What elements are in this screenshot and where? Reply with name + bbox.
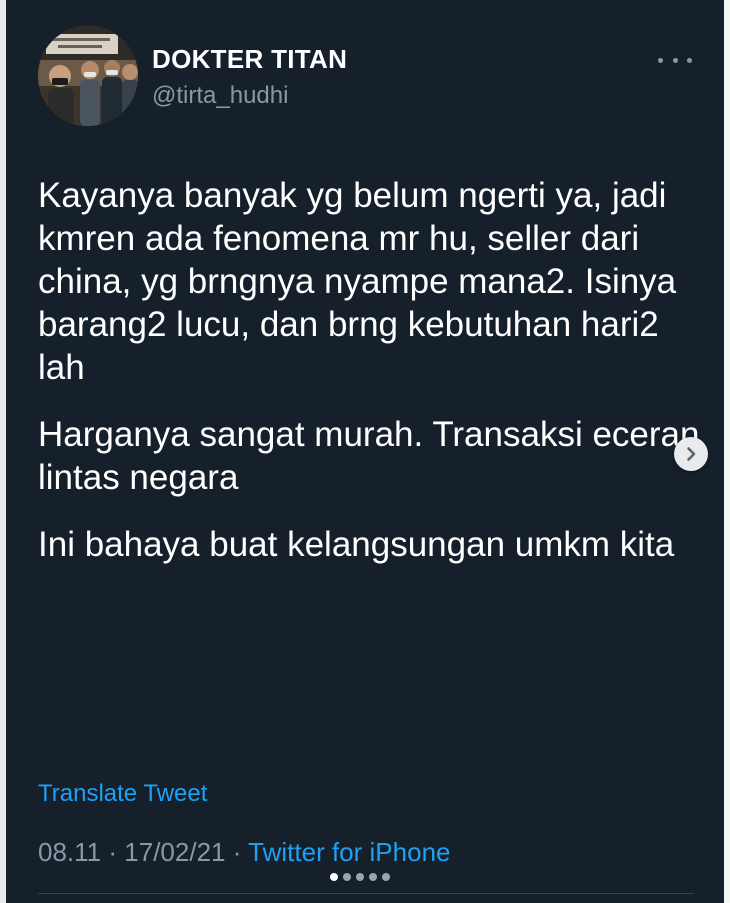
more-horizontal-icon <box>658 57 692 63</box>
tweet-paragraph: Ini bahaya buat kelangsungan umkm kita <box>38 525 675 564</box>
tweet-time[interactable]: 08.11 <box>38 837 101 867</box>
carousel-indicator <box>330 873 390 881</box>
tweet-paragraph: Harganya sangat murah. Transaksi eceran … <box>38 415 700 497</box>
carousel-dot[interactable] <box>356 873 364 881</box>
next-slide-button[interactable] <box>674 437 708 471</box>
tweet-source-link[interactable]: Twitter for iPhone <box>248 837 450 867</box>
tweet-metadata: 08.11 · 17/02/21 · Twitter for iPhone <box>38 837 450 868</box>
translate-tweet-link[interactable]: Translate Tweet <box>38 780 207 808</box>
chevron-right-icon <box>687 447 696 461</box>
author-name[interactable]: DOKTER TITAN <box>152 44 347 75</box>
divider <box>38 893 694 894</box>
meta-separator: · <box>232 837 242 867</box>
carousel-dot[interactable] <box>369 873 377 881</box>
author-handle[interactable]: @tirta_hudhi <box>152 82 288 110</box>
tweet-text: Kayanya banyak yg belum ngerti ya, jadi … <box>38 174 708 590</box>
more-options-button[interactable] <box>658 50 692 70</box>
carousel-dot[interactable] <box>382 873 390 881</box>
avatar[interactable] <box>38 26 138 126</box>
meta-separator: · <box>108 837 118 867</box>
tweet-card: DOKTER TITAN @tirta_hudhi Kayanya banyak… <box>6 0 724 903</box>
avatar-photo <box>38 26 138 126</box>
tweet-paragraph: Kayanya banyak yg belum ngerti ya, jadi … <box>38 176 677 387</box>
tweet-date[interactable]: 17/02/21 <box>124 837 225 867</box>
carousel-dot[interactable] <box>343 873 351 881</box>
background-page-edge <box>724 0 730 903</box>
carousel-dot[interactable] <box>330 873 338 881</box>
